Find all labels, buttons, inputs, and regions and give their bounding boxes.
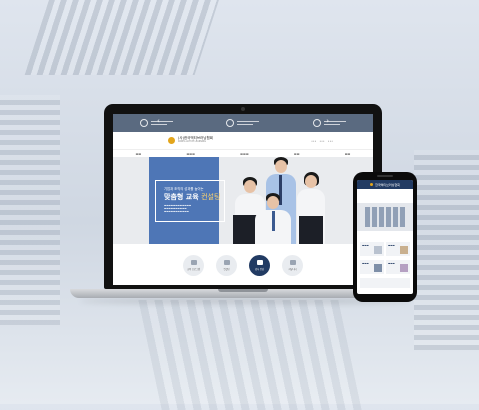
utility-menu: ••• ••• ••• — [311, 139, 333, 143]
smartphone: 한국액티브러닝협회 ▬▬▬ ▬▬▬ ▬▬▬ ▬▬▬ — [353, 172, 417, 302]
nav-item[interactable]: ▬▬ — [345, 152, 351, 156]
site-header: (사)한국액티브러닝협회 KOREA ACTIVE LEARNING ••• •… — [113, 132, 373, 149]
next-arrow-icon[interactable]: › — [326, 117, 329, 125]
hero-subtitle: 기업과 조직의 성과를 높이는 — [164, 187, 204, 191]
utility-link[interactable]: ••• — [311, 139, 316, 143]
notice-icon — [226, 119, 235, 127]
service-button-active[interactable]: 강사 양성 — [249, 254, 270, 276]
service-icon — [256, 259, 263, 265]
card-thumbnail — [374, 246, 382, 254]
nav-item[interactable]: ▬▬▬ — [186, 152, 195, 156]
hero-banner: 기업과 조직의 성과를 높이는 맞춤형 교육 컨설팅 ▬▬▬▬▬▬▬▬▬▬▬▬ ▬… — [113, 157, 373, 244]
mobile-hero-photo — [365, 207, 405, 227]
mobile-card[interactable]: ▬▬▬ — [360, 242, 384, 256]
service-button[interactable]: 컨설팅 — [216, 254, 237, 276]
person-photo — [253, 193, 293, 244]
mobile-footer-bar — [360, 278, 410, 288]
laptop-notch — [218, 289, 268, 292]
mobile-card[interactable]: ▬▬▬ — [386, 242, 410, 256]
logo-mark-icon — [370, 183, 374, 186]
nav-item[interactable]: ▬▬▬ — [240, 152, 249, 156]
speaker-icon — [377, 175, 393, 177]
notice-icon — [313, 119, 322, 127]
notice-item[interactable] — [313, 119, 347, 127]
hero-title: 맞춤형 교육 컨설팅 — [164, 193, 221, 201]
mobile-card[interactable]: ▬▬▬ — [386, 260, 410, 274]
notice-icon — [139, 119, 148, 127]
logo-mark-icon — [168, 137, 175, 144]
card-thumbnail — [400, 246, 408, 254]
person-photo — [295, 172, 327, 244]
card-thumbnail — [374, 264, 382, 272]
site-logo[interactable]: (사)한국액티브러닝협회 KOREA ACTIVE LEARNING — [168, 137, 213, 144]
laptop: ‹ › (사)한국액티브러닝협회 KOREA ACTIVE LEARNING — [104, 104, 382, 289]
service-button[interactable]: 커뮤니티 — [282, 254, 303, 276]
nav-item[interactable]: ▬▬ — [294, 152, 300, 156]
nav-item[interactable]: ▬▬ — [136, 152, 142, 156]
card-thumbnail — [400, 264, 408, 272]
mobile-header: 한국액티브러닝협회 — [357, 180, 413, 189]
utility-link[interactable]: ••• — [328, 139, 333, 143]
camera-icon — [241, 107, 245, 111]
service-icon — [289, 259, 296, 265]
background-building-right — [414, 150, 479, 350]
notice-bar: ‹ › — [113, 114, 373, 132]
service-button[interactable]: 교육 프로그램 — [183, 254, 204, 276]
service-menu: 교육 프로그램 컨설팅 강사 양성 커뮤니티 — [113, 245, 373, 285]
service-icon — [190, 259, 197, 265]
background-building-bottom — [138, 300, 362, 410]
hero-description: ▬▬▬▬▬▬▬▬▬▬▬▬ ▬▬▬▬▬▬▬▬▬▬ ▬▬▬▬▬▬▬▬▬▬▬ — [164, 204, 192, 213]
background-building-left — [0, 95, 60, 325]
utility-link[interactable]: ••• — [319, 139, 324, 143]
phone-screen: 한국액티브러닝협회 ▬▬▬ ▬▬▬ ▬▬▬ ▬▬▬ — [357, 180, 413, 294]
mobile-hero — [357, 203, 413, 231]
notice-item[interactable] — [226, 119, 260, 127]
laptop-screen: ‹ › (사)한국액티브러닝협회 KOREA ACTIVE LEARNING — [113, 114, 373, 285]
service-icon — [223, 259, 230, 265]
mobile-logo[interactable]: 한국액티브러닝협회 — [375, 183, 400, 187]
mobile-card[interactable]: ▬▬▬ — [360, 260, 384, 274]
logo-subtitle: KOREA ACTIVE LEARNING — [178, 140, 206, 144]
background-building-top — [24, 0, 226, 75]
